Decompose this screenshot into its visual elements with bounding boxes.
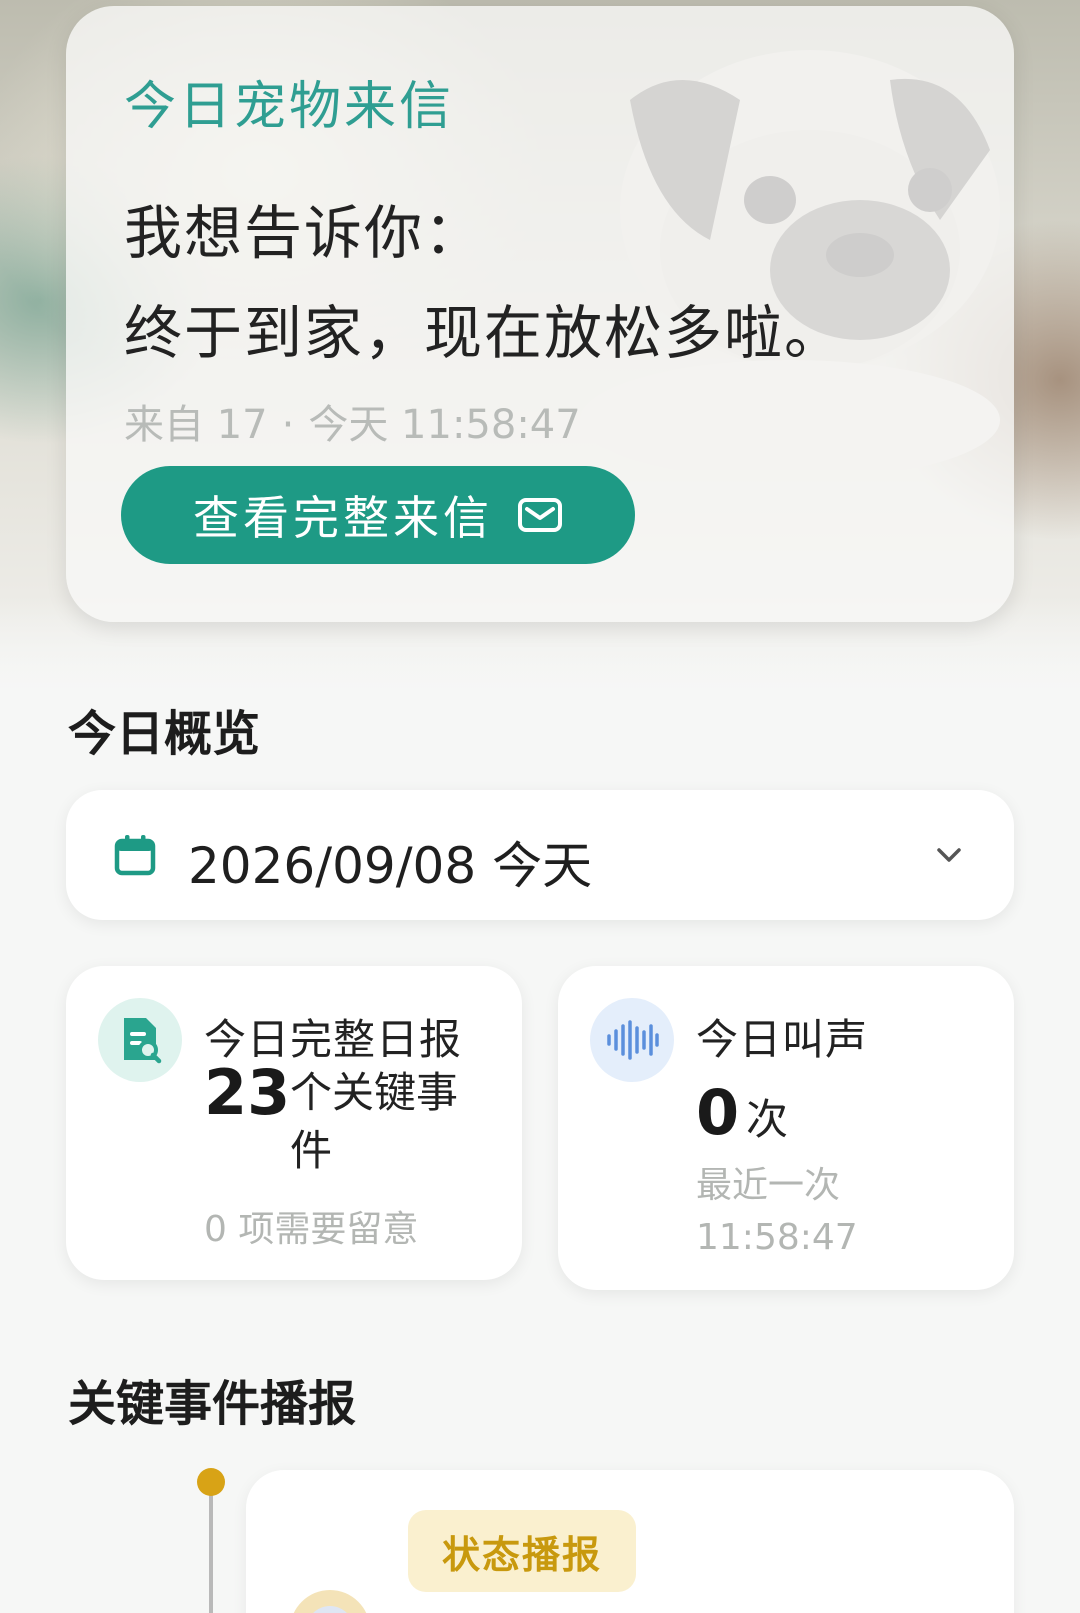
meta-separator: · xyxy=(281,402,295,448)
mail-icon xyxy=(518,498,562,532)
attention-count: 0 项需要留意 xyxy=(204,1209,419,1250)
last-bark-time: 11:58:47 xyxy=(696,1217,858,1258)
letter-line-2: 终于到家，现在放松多啦。 xyxy=(124,299,845,367)
overview-heading: 今日概览 xyxy=(68,706,261,762)
view-full-letter-label: 查看完整来信 xyxy=(193,491,493,545)
letter-time: 今天 11:58:47 xyxy=(308,402,581,448)
bark-count: 0 xyxy=(696,1076,740,1149)
key-events-heading: 关键事件播报 xyxy=(68,1376,357,1432)
selected-date: 2026/09/08 今天 xyxy=(188,837,593,895)
bark-unit: 次 xyxy=(746,1095,789,1144)
pet-home-screen: 今日宠物来信 我想告诉你： 终于到家，现在放松多啦。 来自 17 · 今天 11:5… xyxy=(0,0,1080,1613)
key-events-unit: 个关键事件 xyxy=(290,1068,459,1175)
key-events-count: 23 xyxy=(204,1056,291,1129)
sound-wave-icon xyxy=(590,998,674,1082)
letter-line-1: 我想告诉你： xyxy=(124,199,485,267)
calendar-icon xyxy=(114,835,156,876)
letter-meta: 来自 17 · 今天 11:58:47 xyxy=(124,392,581,450)
status-badge: 状态播报 xyxy=(408,1510,636,1592)
last-bark: 最近一次 11:58:47 xyxy=(696,1160,858,1264)
letter-title: 今日宠物来信 xyxy=(124,77,455,137)
view-full-letter-button[interactable]: 查看完整来信 xyxy=(121,466,635,564)
chevron-down-icon[interactable] xyxy=(936,846,962,864)
last-bark-label: 最近一次 xyxy=(696,1165,841,1206)
timeline-line xyxy=(209,1482,213,1613)
bark-title: 今日叫声 xyxy=(696,1015,869,1064)
report-search-icon xyxy=(98,998,182,1082)
letter-sender: 来自 17 xyxy=(124,402,268,448)
timeline-dot xyxy=(197,1468,225,1496)
